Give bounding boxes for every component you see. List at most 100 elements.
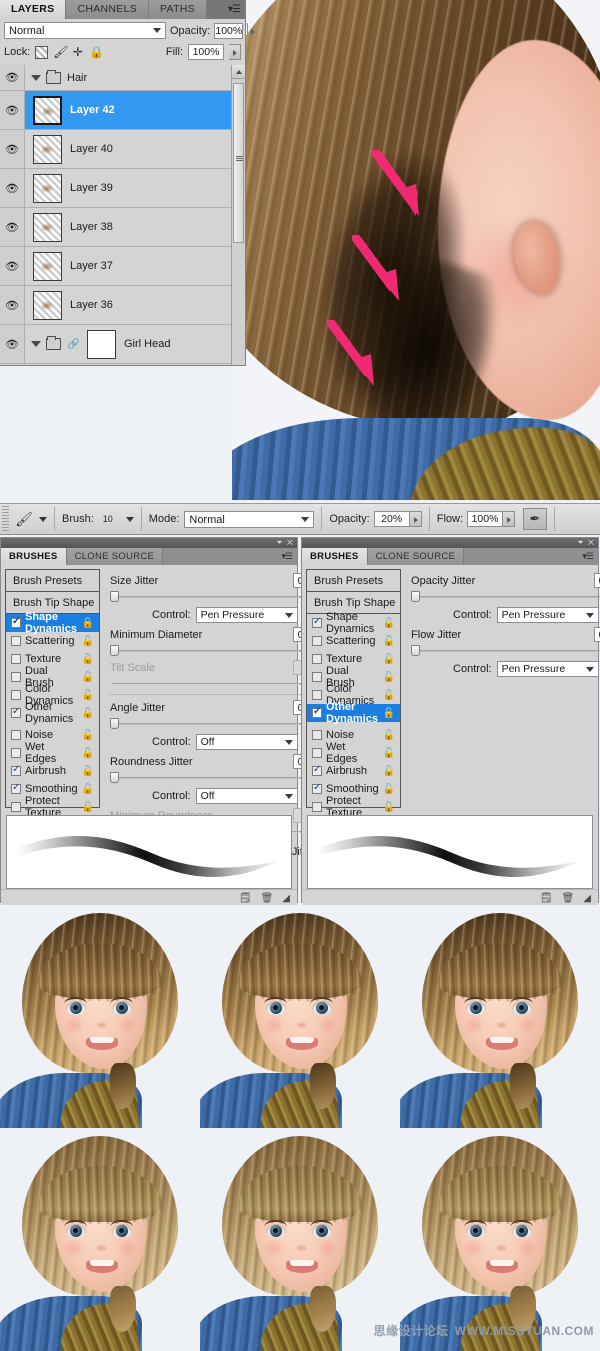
- checkbox-icon[interactable]: [312, 802, 322, 812]
- tab-brushes[interactable]: BRUSHES: [302, 548, 368, 565]
- lock-icon[interactable]: 🔓: [383, 690, 395, 701]
- visibility-toggle[interactable]: 👁: [0, 130, 25, 168]
- lock-icon[interactable]: 🔓: [82, 730, 94, 741]
- checkbox-icon[interactable]: [312, 730, 322, 740]
- all-lock-icon[interactable]: 🔒: [89, 46, 102, 59]
- layer-thumbnail[interactable]: [33, 291, 62, 320]
- visibility-toggle[interactable]: 👁: [0, 169, 25, 207]
- size-control-select[interactable]: Pen Pressure: [196, 607, 298, 623]
- lock-icon[interactable]: 🔓: [383, 672, 395, 683]
- flow-spinner[interactable]: [503, 511, 515, 527]
- checkbox-icon[interactable]: [312, 748, 322, 758]
- slider-knob[interactable]: [411, 591, 420, 602]
- resize-grip-icon[interactable]: ◢: [583, 893, 591, 904]
- table-row[interactable]: 👁 Layer 42: [0, 91, 245, 130]
- checkbox-icon[interactable]: [11, 802, 21, 812]
- panel-titlebar[interactable]: ⏷ ✕: [1, 538, 297, 548]
- checkbox-icon[interactable]: [312, 636, 322, 646]
- chevron-down-icon[interactable]: [126, 517, 134, 522]
- opacity-control-select[interactable]: Pen Pressure: [497, 607, 599, 623]
- airbrush-icon[interactable]: ✒: [523, 508, 547, 530]
- layer-mask-thumbnail[interactable]: [87, 330, 116, 359]
- scrollbar-thumb[interactable]: [233, 83, 244, 243]
- checkbox-icon[interactable]: [11, 690, 21, 700]
- lock-icon[interactable]: 🔓: [383, 618, 395, 629]
- layer-thumbnail[interactable]: [33, 252, 62, 281]
- table-row[interactable]: 👁 Layer 40: [0, 130, 245, 169]
- new-brush-icon[interactable]: 🗒: [239, 893, 252, 904]
- visibility-toggle[interactable]: 👁: [0, 247, 25, 285]
- checkbox-icon[interactable]: [11, 672, 21, 682]
- chevron-down-icon[interactable]: [39, 517, 47, 522]
- visibility-toggle[interactable]: 👁: [0, 208, 25, 246]
- blend-mode-select[interactable]: Normal: [4, 22, 166, 39]
- checkbox-icon[interactable]: [11, 766, 21, 776]
- flow-jitter-slider[interactable]: [411, 644, 600, 657]
- tab-channels[interactable]: CHANNELS: [66, 0, 149, 19]
- checkbox-icon[interactable]: [11, 784, 21, 794]
- brush-options-list[interactable]: Brush Presets Brush Tip Shape Shape Dyna…: [306, 569, 401, 808]
- lock-icon[interactable]: 🔓: [383, 784, 395, 795]
- mode-select[interactable]: Normal: [184, 511, 314, 528]
- delete-brush-icon[interactable]: 🗑: [261, 893, 274, 904]
- chevron-down-icon[interactable]: [31, 75, 41, 81]
- opacity-input[interactable]: 20%: [374, 511, 410, 527]
- layer-thumbnail[interactable]: [33, 96, 62, 125]
- position-lock-icon[interactable]: ✛: [71, 46, 84, 59]
- slider-knob[interactable]: [110, 718, 119, 729]
- brush-presets-header[interactable]: Brush Presets: [307, 570, 400, 592]
- lock-icon[interactable]: 🔓: [383, 766, 395, 777]
- layers-list[interactable]: 👁 Hair 👁 Layer 42 👁 Layer 40 👁: [0, 65, 245, 365]
- brush-tool-icon[interactable]: 🖌: [13, 508, 35, 530]
- brush-presets-header[interactable]: Brush Presets: [6, 570, 99, 592]
- checkbox-icon[interactable]: [312, 618, 322, 628]
- window-buttons-icon[interactable]: ⏷ ✕: [276, 538, 294, 548]
- option-other-dynamics[interactable]: Other Dynamics 🔓: [307, 704, 400, 722]
- brush-preview[interactable]: 10: [94, 513, 122, 525]
- lock-icon[interactable]: 🔓: [82, 618, 94, 629]
- slider-knob[interactable]: [110, 591, 119, 602]
- paint-lock-icon[interactable]: 🖌: [53, 46, 66, 59]
- lock-icon[interactable]: 🔓: [383, 748, 395, 759]
- checkbox-icon[interactable]: [312, 766, 322, 776]
- opacity-input[interactable]: 100%: [214, 23, 243, 39]
- checkbox-icon[interactable]: [11, 748, 21, 758]
- tab-clone-source[interactable]: CLONE SOURCE: [368, 548, 465, 565]
- option-wet-edges[interactable]: Wet Edges 🔓: [6, 744, 99, 762]
- lock-icon[interactable]: 🔓: [82, 672, 94, 683]
- fill-spinner[interactable]: [229, 44, 241, 60]
- flow-control-select[interactable]: Pen Pressure: [497, 661, 599, 677]
- brush-options-list[interactable]: Brush Presets Brush Tip Shape Shape Dyna…: [5, 569, 100, 808]
- tab-layers[interactable]: LAYERS: [0, 0, 66, 19]
- option-protect-texture[interactable]: Protect Texture 🔓: [6, 798, 99, 816]
- checkbox-icon[interactable]: [11, 618, 21, 628]
- transparency-lock-icon[interactable]: [35, 46, 48, 59]
- opacity-spinner[interactable]: [410, 511, 422, 527]
- option-scattering[interactable]: Scattering 🔓: [307, 632, 400, 650]
- checkbox-icon[interactable]: [11, 654, 21, 664]
- option-other-dynamics[interactable]: Other Dynamics 🔓: [6, 704, 99, 722]
- checkbox-icon[interactable]: [11, 636, 21, 646]
- lock-icon[interactable]: 🔓: [383, 802, 395, 813]
- tab-paths[interactable]: PATHS: [149, 0, 207, 19]
- lock-icon[interactable]: 🔓: [82, 654, 94, 665]
- lock-icon[interactable]: 🔓: [82, 636, 94, 647]
- lock-icon[interactable]: 🔓: [82, 748, 94, 759]
- table-row[interactable]: 👁 Hair: [0, 65, 245, 91]
- layer-thumbnail[interactable]: [33, 135, 62, 164]
- table-row[interactable]: 👁 Layer 37: [0, 247, 245, 286]
- visibility-toggle[interactable]: 👁: [0, 286, 25, 324]
- option-shape-dynamics[interactable]: Shape Dynamics 🔓: [307, 614, 400, 632]
- new-brush-icon[interactable]: 🗒: [540, 893, 553, 904]
- window-buttons-icon[interactable]: ⏷ ✕: [577, 538, 595, 548]
- lock-icon[interactable]: 🔓: [383, 730, 395, 741]
- lock-icon[interactable]: 🔓: [383, 654, 395, 665]
- resize-grip-icon[interactable]: ◢: [282, 893, 290, 904]
- panel-menu-icon[interactable]: ▾☰: [582, 551, 593, 562]
- scroll-up-arrow-icon[interactable]: [232, 65, 245, 79]
- visibility-toggle[interactable]: 👁: [0, 65, 25, 90]
- flow-input[interactable]: 100%: [467, 511, 503, 527]
- lock-icon[interactable]: 🔓: [383, 708, 395, 719]
- option-airbrush[interactable]: Airbrush 🔓: [307, 762, 400, 780]
- table-row[interactable]: 👁 Layer 36: [0, 286, 245, 325]
